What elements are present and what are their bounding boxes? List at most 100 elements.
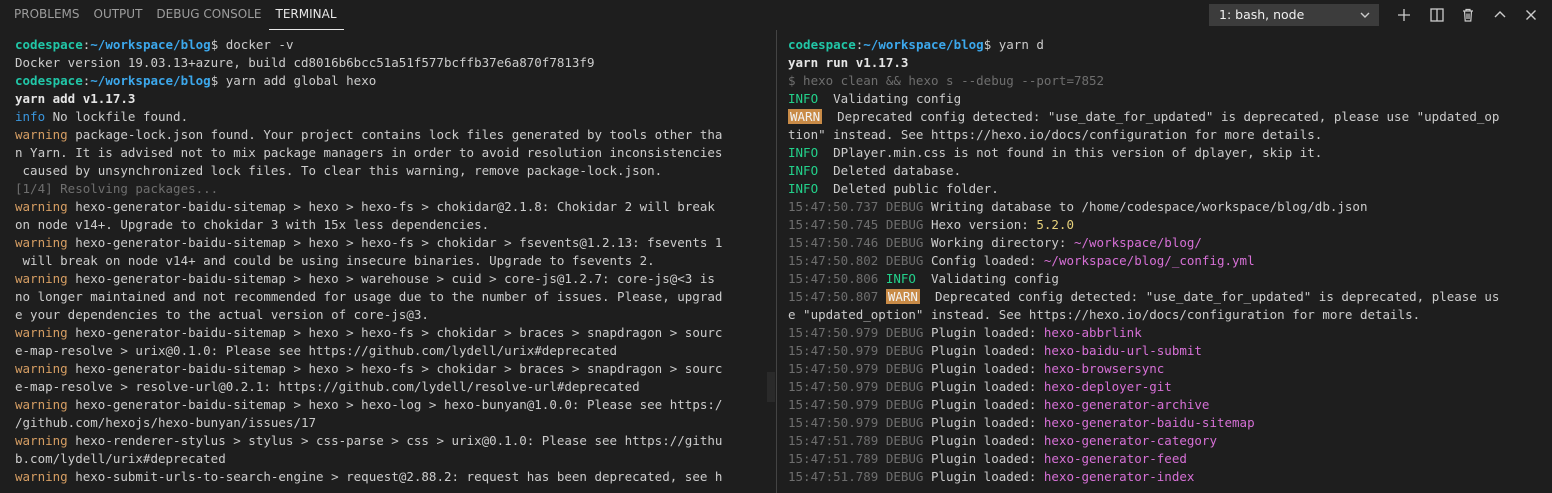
terminal-text: DPlayer.min.css is not found in this ver… — [818, 145, 1323, 160]
terminal-text: e your dependencies to the actual versio… — [15, 307, 429, 322]
terminal-text: codespace — [15, 73, 83, 88]
terminal-text: INFO — [788, 145, 819, 160]
terminal-line: warning package-lock.json found. Your pr… — [15, 126, 770, 144]
terminal-line: warning hexo-renderer-stylus > stylus > … — [15, 432, 770, 450]
terminal-line: 15:47:50.807 WARN Deprecated config dete… — [788, 288, 1548, 306]
terminal-text: hexo-generator-baidu-sitemap > hexo > he… — [67, 397, 723, 412]
terminal-text: hexo-generator-baidu-sitemap — [1043, 415, 1255, 430]
terminal-line: 15:47:50.979 DEBUG Plugin loaded: hexo-b… — [788, 342, 1548, 360]
split-icon[interactable] — [1425, 3, 1449, 27]
terminal-text: warning — [15, 433, 68, 448]
terminal-pane-left[interactable]: codespace:~/workspace/blog$ docker -v Doc… — [15, 36, 770, 493]
terminal-text: Plugin loaded: — [923, 451, 1044, 466]
terminal-text: hexo-generator-feed — [1043, 451, 1187, 466]
terminal-line: 15:47:50.979 DEBUG Plugin loaded: hexo-g… — [788, 396, 1548, 414]
terminal-text: Plugin loaded: — [923, 433, 1044, 448]
terminal-text: 15:47:50.979 DEBUG — [788, 415, 924, 430]
terminal-selector[interactable]: 1: bash, node — [1209, 4, 1379, 26]
terminal-text: Plugin loaded: — [923, 325, 1044, 340]
split-divider[interactable] — [776, 30, 777, 493]
terminal-text: 15:47:50.745 DEBUG — [788, 217, 924, 232]
plus-icon[interactable] — [1392, 3, 1416, 27]
terminal-line: warning hexo-generator-baidu-sitemap > h… — [15, 324, 770, 342]
terminal-line: e "updated_option" instead. See https://… — [788, 306, 1548, 324]
terminal-text: Deprecated config detected: "use_date_fo… — [822, 109, 1500, 124]
terminal-text: Writing database to /home/codespace/work… — [923, 199, 1368, 214]
terminal-line: warning hexo-submit-urls-to-search-engin… — [15, 468, 770, 486]
terminal-text: WARN — [885, 289, 920, 304]
terminal-text: INFO — [885, 271, 916, 286]
terminal-line: n Yarn. It is advised not to mix package… — [15, 144, 770, 162]
terminal-text: ~/workspace/blog/_config.yml — [1043, 253, 1255, 268]
terminal-text: Config loaded: — [923, 253, 1044, 268]
scrollbar-thumb[interactable] — [767, 372, 775, 402]
terminal-text: /github.com/hexojs/hexo-bunyan/issues/17 — [15, 415, 317, 430]
terminal-text: hexo-generator-baidu-sitemap > hexo > he… — [67, 361, 723, 376]
terminal-text: warning — [15, 325, 68, 340]
terminal-line: e your dependencies to the actual versio… — [15, 306, 770, 324]
close-icon[interactable] — [1519, 3, 1543, 27]
terminal-text: caused by unsynchronized lock files. To … — [15, 163, 663, 178]
terminal-line: 15:47:50.979 DEBUG Plugin loaded: hexo-d… — [788, 378, 1548, 396]
terminal-line: tion" instead. See https://hexo.io/docs/… — [788, 126, 1548, 144]
terminal-text: Docker version 19.03.13+azure, build cd8… — [15, 55, 595, 70]
trash-icon[interactable] — [1456, 3, 1480, 27]
terminal-line: 15:47:50.979 DEBUG Plugin loaded: hexo-b… — [788, 360, 1548, 378]
terminal-text: 15:47:50.979 DEBUG — [788, 379, 924, 394]
chevron-up-icon[interactable] — [1488, 3, 1512, 27]
panel-header: PROBLEMS OUTPUT DEBUG CONSOLE TERMINAL 1… — [0, 0, 1552, 30]
tab-terminal[interactable]: TERMINAL — [268, 0, 344, 30]
terminal-line: INFO Validating config — [788, 90, 1548, 108]
terminal-line: e-map-resolve > resolve-url@0.2.1: https… — [15, 378, 770, 396]
terminal-text: warning — [15, 361, 68, 376]
terminal-text: Working directory: — [923, 235, 1074, 250]
terminal-text: will break on node v14+ and could be usi… — [15, 253, 655, 268]
terminal-text: 15:47:50.979 DEBUG — [788, 343, 924, 358]
terminal-line: warning hexo-generator-baidu-sitemap > h… — [15, 360, 770, 378]
terminal-line: INFO Deleted public folder. — [788, 180, 1548, 198]
terminal-text: INFO — [788, 91, 819, 106]
terminal-text: hexo-deployer-git — [1043, 379, 1172, 394]
terminal-line: 15:47:51.789 DEBUG Plugin loaded: hexo-g… — [788, 450, 1548, 468]
terminal-text: e-map-resolve > resolve-url@0.2.1: https… — [15, 379, 640, 394]
tab-problems[interactable]: PROBLEMS — [0, 0, 87, 30]
terminal-line: INFO DPlayer.min.css is not found in thi… — [788, 144, 1548, 162]
terminal-text: hexo-generator-baidu-sitemap > hexo > he… — [67, 235, 723, 250]
terminal-line: [1/4] Resolving packages... — [15, 180, 770, 198]
tab-debug-console[interactable]: DEBUG CONSOLE — [149, 0, 268, 30]
terminal-text: 15:47:50.806 — [788, 271, 886, 286]
terminal-line: /github.com/hexojs/hexo-bunyan/issues/17 — [15, 414, 770, 432]
terminal-line: codespace:~/workspace/blog$ docker -v — [15, 36, 770, 54]
terminal-text: INFO — [788, 163, 819, 178]
panel-tabs: PROBLEMS OUTPUT DEBUG CONSOLE TERMINAL — [0, 0, 344, 30]
terminal-text: hexo-browsersync — [1043, 361, 1165, 376]
terminal-text: on node v14+. Upgrade to chokidar 3 with… — [15, 217, 490, 232]
terminal-text: hexo-renderer-stylus > stylus > css-pars… — [67, 433, 723, 448]
terminal-line: warning hexo-generator-baidu-sitemap > h… — [15, 198, 770, 216]
terminal-line: $ hexo clean && hexo s --debug --port=78… — [788, 72, 1548, 90]
terminal-text: 15:47:50.979 DEBUG — [788, 397, 924, 412]
terminal-text: hexo-generator-index — [1043, 469, 1195, 484]
terminal-text: warning — [15, 469, 68, 484]
terminal-text: e-map-resolve > urix@0.1.0: Please see h… — [15, 343, 618, 358]
tab-output[interactable]: OUTPUT — [87, 0, 150, 30]
terminal-line: 15:47:50.802 DEBUG Config loaded: ~/work… — [788, 252, 1548, 270]
terminal-text: 15:47:51.789 DEBUG — [788, 469, 924, 484]
terminal-line: 15:47:50.737 DEBUG Writing database to /… — [788, 198, 1548, 216]
terminal-line: Docker version 19.03.13+azure, build cd8… — [15, 54, 770, 72]
terminal-text: b.com/lydell/urix#deprecated — [15, 451, 226, 466]
terminal-pane-right[interactable]: codespace:~/workspace/blog$ yarn d yarn r… — [788, 36, 1548, 493]
terminal-text: codespace — [15, 37, 83, 52]
terminal-text: No lockfile found. — [45, 109, 189, 124]
terminal-text: $ yarn d — [983, 37, 1044, 52]
terminal-line: warning hexo-generator-baidu-sitemap > h… — [15, 396, 770, 414]
terminal-line: INFO Deleted database. — [788, 162, 1548, 180]
terminal-text: 5.2.0 — [1036, 217, 1074, 232]
terminal-text: warning — [15, 397, 68, 412]
terminal-text: tion" instead. See https://hexo.io/docs/… — [788, 127, 1323, 142]
terminal-text: Plugin loaded: — [923, 379, 1044, 394]
terminal-text: codespace — [788, 37, 856, 52]
terminal-text: Hexo version: — [923, 217, 1037, 232]
terminal-text: 15:47:50.737 DEBUG — [788, 199, 924, 214]
terminal-text: Plugin loaded: — [923, 469, 1044, 484]
